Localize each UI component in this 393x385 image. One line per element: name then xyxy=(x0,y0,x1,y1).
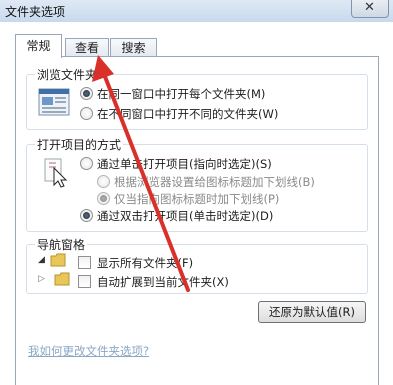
title-bar: 文件夹选项 ✕ xyxy=(0,0,393,23)
tab-general[interactable]: 常规 xyxy=(15,34,62,58)
radio-double-click[interactable]: 通过双击打开项目(单击时选定)(D) xyxy=(80,208,273,224)
radio-button[interactable] xyxy=(80,209,93,222)
radio-new-window[interactable]: 在不同窗口中打开不同的文件夹(W) xyxy=(80,106,278,122)
tab-view[interactable]: 查看 xyxy=(65,38,109,57)
click-items-legend: 打开项目的方式 xyxy=(37,138,122,152)
radio-label: 仅当指向图标标题时加下划线(P) xyxy=(114,192,280,206)
checkbox-label: 显示所有文件夹(F) xyxy=(97,256,194,270)
checkbox[interactable] xyxy=(78,256,91,269)
radio-label: 在同一窗口中打开每个文件夹(M) xyxy=(97,87,266,101)
collapsed-arrow-icon: ▷ xyxy=(38,274,45,284)
radio-button[interactable] xyxy=(80,157,93,170)
checkbox-show-all-folders[interactable]: 显示所有文件夹(F) xyxy=(78,255,193,271)
folder-icon xyxy=(50,253,66,267)
radio-single-click[interactable]: 通过单击打开项目(指向时选定)(S) xyxy=(80,156,272,172)
radio-button[interactable] xyxy=(97,192,110,205)
browse-folders-legend: 浏览文件夹 xyxy=(37,68,98,82)
window-title: 文件夹选项 xyxy=(5,5,66,19)
radio-button[interactable] xyxy=(80,87,93,100)
radio-button[interactable] xyxy=(80,107,93,120)
close-button[interactable]: ✕ xyxy=(351,0,389,18)
navigation-pane-legend: 导航窗格 xyxy=(37,238,86,252)
radio-label: 在不同窗口中打开不同的文件夹(W) xyxy=(97,107,279,121)
tab-search[interactable]: 搜索 xyxy=(110,38,157,57)
close-icon: ✕ xyxy=(364,0,375,15)
radio-underline-hover[interactable]: 仅当指向图标标题时加下划线(P) xyxy=(97,191,279,207)
folder-icon xyxy=(54,272,70,286)
click-pointer-icon xyxy=(44,158,68,188)
radio-button[interactable] xyxy=(97,175,110,188)
tab-strip: 常规 查看 搜索 xyxy=(0,22,393,58)
help-link[interactable]: 我如何更改文件夹选项? xyxy=(28,343,149,359)
expanded-arrow-icon: ◢ xyxy=(38,255,45,265)
radio-label: 通过单击打开项目(指向时选定)(S) xyxy=(97,157,272,171)
radio-label: 根据浏览器设置给图标标题加下划线(B) xyxy=(114,175,315,189)
checkbox-auto-expand[interactable]: 自动扩展到当前文件夹(X) xyxy=(78,274,229,290)
radio-same-window[interactable]: 在同一窗口中打开每个文件夹(M) xyxy=(80,86,265,102)
radio-underline-always[interactable]: 根据浏览器设置给图标标题加下划线(B) xyxy=(97,174,315,190)
checkbox-label: 自动扩展到当前文件夹(X) xyxy=(97,275,229,289)
browse-folders-icon xyxy=(38,88,70,116)
radio-label: 通过双击打开项目(单击时选定)(D) xyxy=(97,209,274,223)
restore-defaults-button[interactable]: 还原为默认值(R) xyxy=(258,301,366,323)
checkbox[interactable] xyxy=(78,275,91,288)
